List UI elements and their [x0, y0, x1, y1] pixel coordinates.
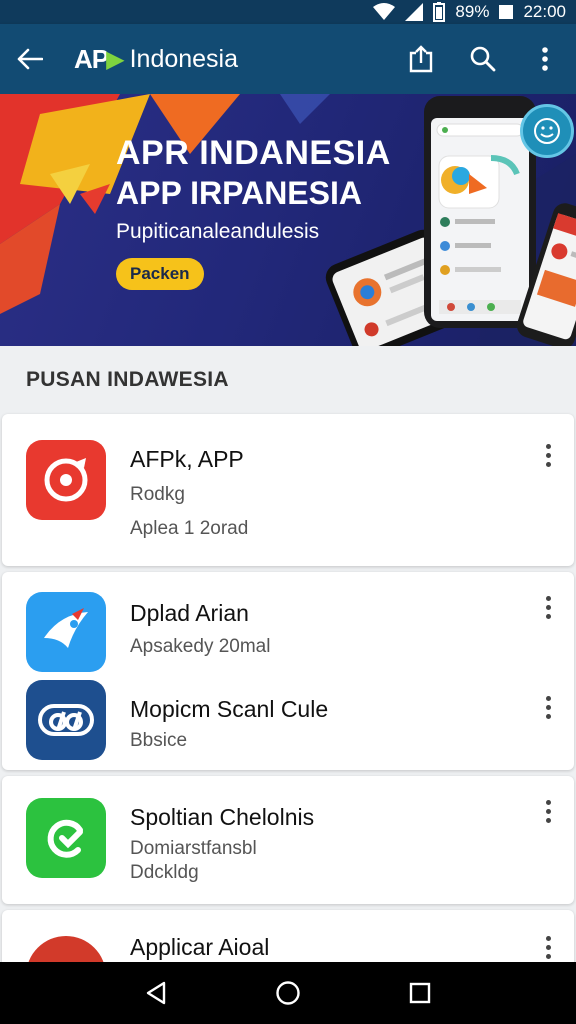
banner-tagline: Pupiticanaleandulesis — [116, 220, 320, 243]
float-action-icon[interactable] — [520, 104, 574, 158]
app-name: Spoltian Chelolnis — [130, 804, 315, 830]
system-nav-bar — [0, 962, 576, 1024]
app-subtitle: Domiarstfansbl — [130, 838, 257, 859]
banner-headline: APR INDANESIA — [116, 134, 391, 172]
arrow-left-icon — [17, 48, 43, 70]
more-vert-icon[interactable] — [536, 592, 560, 622]
app-card: Dplad Arian Apsakedy 20mal Mopicm Scanl … — [2, 572, 574, 770]
app-meta: Ddckldg — [130, 862, 199, 883]
list-item[interactable]: Spoltian Chelolnis Domiarstfansbl Ddckld… — [2, 776, 574, 904]
search-button[interactable] — [452, 24, 514, 94]
app-icon — [26, 680, 106, 760]
app-name: Dplad Arian — [130, 600, 249, 626]
banner-cta-button[interactable]: Packen — [116, 258, 204, 290]
list-item[interactable]: Dplad Arian Apsakedy 20mal — [2, 572, 574, 672]
app-icon — [26, 592, 106, 672]
app-subtitle: Bbsice — [130, 730, 188, 751]
emoji-face-icon — [534, 118, 560, 144]
list-item[interactable]: AFPk, APP Rodkg Aplea 1 2orad — [2, 414, 574, 566]
app-subtitle: Rodkg — [130, 484, 185, 505]
nav-home-button[interactable] — [258, 963, 318, 1023]
more-vert-icon[interactable] — [536, 796, 560, 826]
app-subtitle: Apsakedy 20mal — [130, 636, 271, 657]
wifi-icon — [373, 3, 396, 21]
share-icon — [409, 45, 433, 73]
app-icon — [26, 440, 106, 520]
circle-home-icon — [276, 981, 300, 1005]
more-vert-icon[interactable] — [536, 932, 560, 962]
refresh-check-icon — [47, 819, 83, 858]
banner-text: APR INDANESIA APP IRPANESIA Pupiticanale… — [116, 134, 391, 244]
rocket-bird-icon — [44, 608, 88, 648]
camera-play-icon — [44, 458, 88, 502]
more-vert-icon[interactable] — [536, 440, 560, 470]
app-card: Spoltian Chelolnis Domiarstfansbl Ddckld… — [2, 776, 574, 904]
notification-square-icon — [499, 5, 514, 19]
brand-logo: AP ▶ — [74, 43, 125, 75]
section-title: PUSAN INDAWESIA — [26, 368, 229, 391]
app-icon — [26, 798, 106, 878]
app-name: AFPk, APP — [130, 446, 244, 472]
infinity-link-icon — [38, 704, 94, 736]
nav-recents-button[interactable] — [390, 963, 450, 1023]
triangle-back-icon — [146, 981, 166, 1005]
app-name: Applicar Aioal — [130, 934, 270, 960]
clock: 22:00 — [523, 2, 566, 21]
status-bar: 89% 22:00 — [0, 0, 576, 24]
list-item[interactable]: Mopicm Scanl Cule Bbsice — [2, 672, 574, 770]
share-button[interactable] — [390, 24, 452, 94]
search-icon — [470, 46, 496, 72]
more-vert-icon[interactable] — [536, 692, 560, 722]
brand-logo-text: AP — [74, 43, 109, 74]
square-recents-icon — [409, 982, 431, 1004]
app-meta: Aplea 1 2orad — [130, 518, 249, 539]
app-card: AFPk, APP Rodkg Aplea 1 2orad — [2, 414, 574, 566]
app-title: Indonesia — [129, 44, 239, 73]
nav-back-button[interactable] — [126, 963, 186, 1023]
battery-icon — [433, 2, 446, 22]
banner-subheadline: APP IRPANESIA — [116, 175, 362, 211]
list-item[interactable]: Applicar Aioal — [2, 910, 574, 1016]
signal-icon — [405, 3, 424, 21]
logo-arrow-icon: ▶ — [106, 45, 124, 73]
battery-percent: 89% — [455, 2, 490, 21]
more-vert-icon — [542, 47, 548, 71]
appbar-actions — [390, 24, 576, 94]
promo-banner[interactable]: APR INDANESIA APP IRPANESIA Pupiticanale… — [0, 94, 576, 346]
back-button[interactable] — [0, 24, 60, 94]
overflow-menu-button[interactable] — [514, 24, 576, 94]
app-brand: AP ▶ Indonesia — [74, 44, 238, 75]
app-bar: AP ▶ Indonesia — [0, 24, 576, 94]
app-name: Mopicm Scanl Cule — [130, 696, 329, 722]
